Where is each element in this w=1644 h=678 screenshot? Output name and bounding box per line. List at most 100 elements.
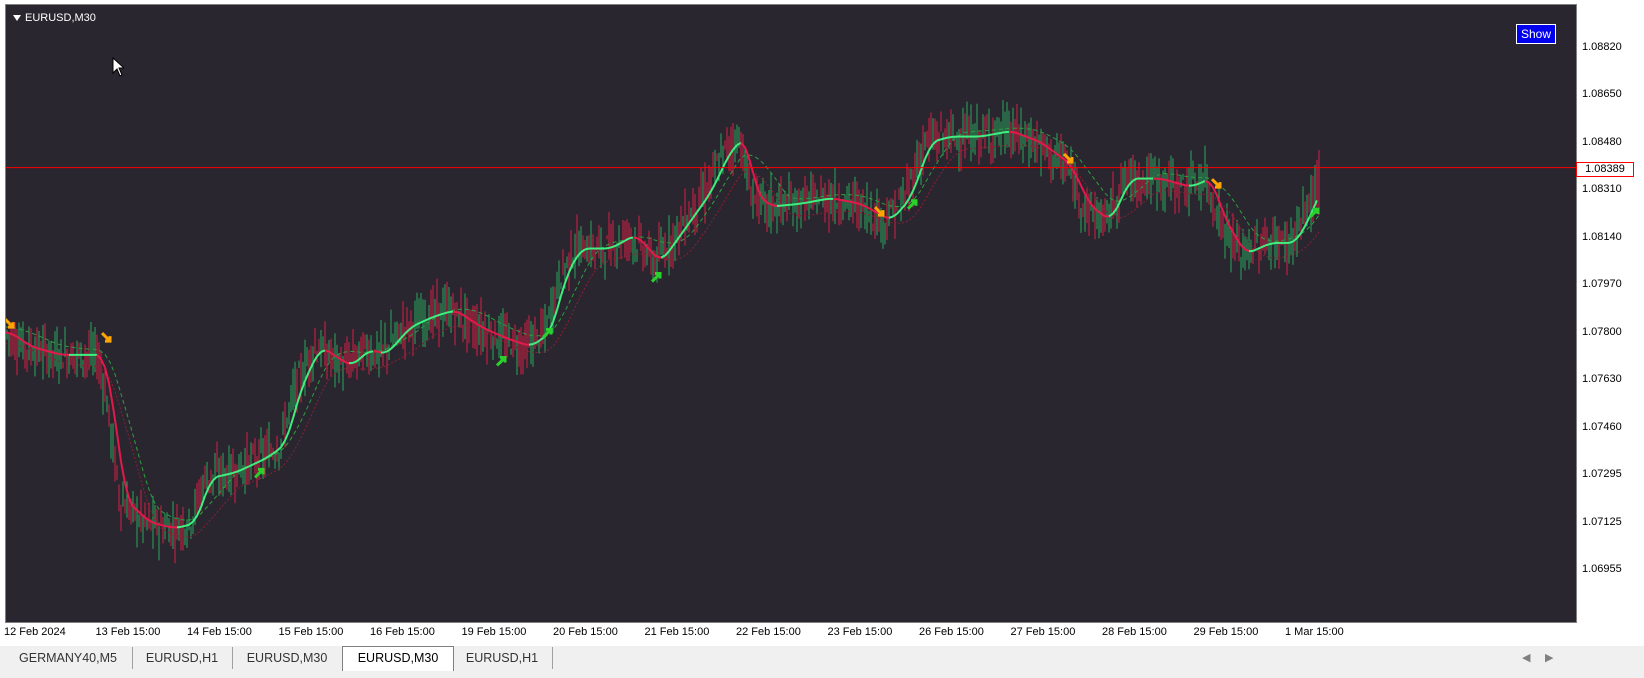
trend-line-up [1132,177,1138,182]
trend-line-up [220,473,226,477]
chart-window[interactable]: EURUSD,M30 Show 1.08820 1.08650 1.08480 1.0… [0,0,1644,647]
chart-tab[interactable]: EURUSD,H1 [132,647,233,669]
trend-line-up [432,314,438,319]
price-axis-label: 1.07970 [1582,278,1622,291]
time-axis-label: 28 Feb 15:00 [1102,626,1167,638]
symbol-title-label: EURUSD,M30 [25,12,96,24]
trend-line-down [856,202,862,206]
trend-line-up [236,469,242,473]
price-axis-label: 1.08480 [1582,135,1622,148]
trend-line-down [460,312,466,317]
trend-line-up [224,473,230,476]
trend-line-up [580,248,586,254]
trend-line-up [536,338,542,344]
trend-line-down [484,327,490,332]
chart-symbol-title[interactable]: EURUSD,M30 [13,12,96,24]
trend-line-down [116,433,122,462]
trend-line-down [840,199,846,202]
time-axis-label: 21 Feb 15:00 [644,626,710,638]
chart-tab[interactable]: EURUSD,H1 [452,647,553,669]
trend-line-down [336,356,342,361]
price-axis-label: 1.08140 [1582,230,1622,243]
trend-line-down [640,239,646,246]
sell-arrow-icon [6,318,15,329]
trend-line-down [492,331,498,335]
trend-line-down [512,339,518,343]
trend-line-down [1096,209,1102,215]
trend-line-up [812,199,818,203]
trend-line-up [680,228,686,236]
trend-line-down [1016,132,1022,136]
trend-line-down [864,205,870,210]
chart-canvas[interactable] [6,5,1576,622]
trend-line-down [108,383,114,407]
collapse-triangle-icon[interactable] [13,15,21,21]
trend-line-up [276,446,282,452]
trend-line-down [476,323,482,328]
trend-line-up [312,355,318,364]
price-axis-label: 1.07800 [1582,325,1622,338]
tabs-scroll-right-icon[interactable]: ▶ [1545,651,1553,664]
mouse-cursor-icon [112,57,124,77]
trend-line-up [796,202,802,206]
price-axis-label: 1.07295 [1582,468,1622,481]
chart-tab[interactable]: EURUSD,M30 [232,647,343,669]
chart-tab[interactable]: GERMANY40,M5 [4,647,133,669]
time-axis-label: 1 Mar 15:00 [1285,626,1344,638]
trend-line-up [212,475,218,482]
trend-line-up [804,201,810,204]
trend-line-down [636,237,642,242]
trend-line-down [32,345,38,350]
trend-line-down [28,343,34,348]
time-axis-label: 27 Feb 15:00 [1010,626,1076,638]
trend-line-down [480,325,486,330]
trend-line-up [320,349,326,353]
trend-line-down [1176,182,1182,186]
trend-line-down [464,315,470,320]
trend-line-down [1204,180,1210,184]
trend-line-up [992,132,998,136]
trend-line-down [376,350,382,354]
trend-line-down [16,335,22,341]
trend-line-up [352,360,358,364]
trend-line-down [340,358,346,363]
trend-line-down [520,342,526,346]
price-axis-label: 1.07460 [1582,420,1622,433]
trend-line-up [616,242,622,247]
time-axis-label: 19 Feb 15:00 [461,626,527,638]
trend-line-up [564,271,570,284]
tabs-scroll-left-icon[interactable]: ◀ [1522,651,1530,664]
sell-arrow-icon [1210,178,1222,189]
trend-line-down [504,336,510,340]
show-button[interactable]: Show [1516,24,1557,44]
trend-line-up [1192,183,1198,187]
trend-line-up [984,134,990,137]
trend-line-up [256,459,262,464]
trend-line-down [488,329,494,334]
trend-line-down [148,519,154,524]
trend-line-up [736,141,742,146]
buy-arrow-icon [495,355,507,367]
trend-line-down [1208,181,1214,189]
chart-tab[interactable]: EURUSD,M30 [342,646,454,671]
trend-line-up [924,149,930,160]
trend-line-up [608,245,614,249]
trend-line-down [344,361,350,365]
trend-line-up [908,190,914,200]
trend-line-up [904,198,910,206]
trend-line-down [656,255,662,259]
trend-line-down [1080,185,1086,195]
trend-line-up [216,474,222,478]
trend-line-up [304,371,310,382]
current-price-label: 1.08389 [1576,161,1634,177]
trend-line-down [328,350,334,356]
trend-line-down [468,318,474,323]
trend-line-up [948,135,954,139]
trend-line-down [1032,138,1038,142]
trend-line-down [772,204,778,207]
trend-line-down [848,200,854,204]
trend-line-down [844,199,850,203]
time-axis-label: 26 Feb 15:00 [919,626,984,638]
trend-line-up [996,131,1002,135]
chart-plot-area[interactable]: EURUSD,M30 Show [5,4,1577,623]
